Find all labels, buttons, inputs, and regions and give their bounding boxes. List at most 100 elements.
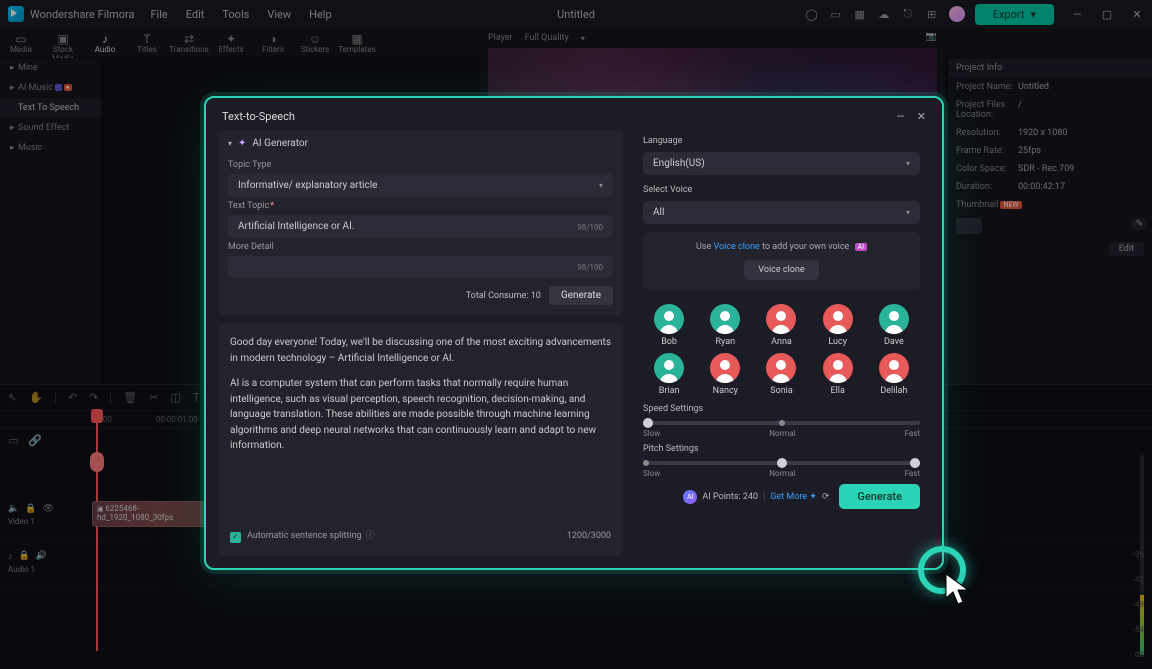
lock-icon[interactable]: 🔒 <box>19 551 30 562</box>
voice-select-value: All <box>653 207 664 218</box>
generated-text-area[interactable]: Good day everyone! Today, we'll be discu… <box>230 335 611 524</box>
sidebar-item-mine[interactable]: ▸Mine <box>0 58 101 78</box>
menu-view[interactable]: View <box>267 8 291 21</box>
visibility-icon[interactable]: 👁 <box>42 504 53 514</box>
voice-avatar-icon <box>654 304 684 334</box>
tab-titles[interactable]: TTitles <box>126 32 168 54</box>
menu-file[interactable]: File <box>150 8 167 21</box>
voice-clone-button[interactable]: Voice clone <box>744 260 818 280</box>
close-button[interactable]: ✕ <box>1130 7 1144 21</box>
more-detail-input[interactable]: 98/100 <box>228 256 613 278</box>
language-value: English(US) <box>653 158 705 169</box>
sparkle-icon: ✦ <box>238 138 246 149</box>
voice-clone-link[interactable]: Voice clone <box>713 242 759 252</box>
playhead-handle[interactable] <box>90 452 104 472</box>
split-icon[interactable]: ✂ <box>149 391 158 404</box>
redo-icon[interactable]: ↷ <box>89 391 98 404</box>
crop-icon[interactable]: ◫ <box>171 391 181 404</box>
auto-split-label: Automatic sentence splitting <box>247 530 362 544</box>
tab-templates[interactable]: ▦Templates <box>336 32 378 54</box>
voice-option-dave[interactable]: Dave <box>868 304 920 347</box>
tab-media[interactable]: ▭Media <box>0 32 42 54</box>
generate-draft-button[interactable]: Generate <box>549 286 613 305</box>
voice-option-bob[interactable]: Bob <box>643 304 695 347</box>
voice-option-sonia[interactable]: Sonia <box>755 353 807 396</box>
minimize-dialog-button[interactable]: — <box>896 110 905 123</box>
voice-option-nancy[interactable]: Nancy <box>699 353 751 396</box>
mute-icon[interactable]: 🔈 <box>8 504 19 514</box>
support-icon[interactable]: ⎋ <box>901 7 915 21</box>
close-dialog-button[interactable]: ✕ <box>917 110 926 123</box>
sidebar-item-text-to-speech[interactable]: Text To Speech <box>0 98 101 118</box>
tab-filters[interactable]: ◑Filters <box>252 32 294 54</box>
maximize-button[interactable]: ▢ <box>1100 7 1114 21</box>
generated-text-panel: Good day everyone! Today, we'll be discu… <box>218 323 623 556</box>
player-quality[interactable]: Full Quality <box>525 33 569 43</box>
tab-transitions[interactable]: ⇄Transitions <box>168 32 210 54</box>
cloud-icon[interactable]: ☁ <box>877 7 891 21</box>
layout-icon[interactable]: ▭ <box>829 7 843 21</box>
topic-type-label: Topic Type <box>218 160 623 170</box>
select-voice-label: Select Voice <box>643 185 920 195</box>
app-name: Wondershare Filmora <box>30 8 134 21</box>
record-icon[interactable]: ◯ <box>805 7 819 21</box>
project-icon[interactable]: ▦ <box>853 7 867 21</box>
edit-button[interactable]: Edit <box>1109 242 1144 256</box>
voice-option-ella[interactable]: Ella <box>812 353 864 396</box>
preview-counter: 1200/3000 <box>567 530 611 544</box>
voice-option-anna[interactable]: Anna <box>755 304 807 347</box>
get-more-link[interactable]: Get More ✦ <box>770 492 817 502</box>
menu-tools[interactable]: Tools <box>222 8 249 21</box>
player-label: Player <box>488 33 513 43</box>
tab-audio[interactable]: ♪Audio <box>84 32 126 54</box>
voice-name-label: Delilah <box>880 386 907 396</box>
add-track-icon[interactable]: ▭ <box>8 434 18 447</box>
undo-icon[interactable]: ↶ <box>68 391 77 404</box>
user-avatar-icon[interactable] <box>949 6 965 22</box>
menu-help[interactable]: Help <box>309 8 332 21</box>
tts-dialog: Text-to-Speech — ✕ ▾ ✦ AI Generator Topi… <box>204 96 944 570</box>
pitch-slider-thumb[interactable] <box>777 458 787 468</box>
apps-icon[interactable]: ⊞ <box>925 7 939 21</box>
topic-type-select[interactable]: Informative/ explanatory article ▾ <box>228 174 613 197</box>
info-icon[interactable]: ⓘ <box>366 530 375 544</box>
project-info-header: Project Info <box>948 58 1152 78</box>
lock-icon[interactable]: 🔒 <box>25 504 36 514</box>
link-icon[interactable]: 🔗 <box>28 434 42 447</box>
sidebar-item-sound-effect[interactable]: ▸Sound Effect <box>0 118 101 138</box>
video-clip[interactable]: ▣ 6225468-hd_1920_1080_30fps <box>92 501 220 527</box>
pitch-slider-right-marker[interactable] <box>910 458 920 468</box>
chevron-down-icon[interactable]: ▾ <box>581 34 585 43</box>
speed-slider-thumb[interactable] <box>643 418 653 428</box>
thumbnail-preview[interactable] <box>956 218 982 234</box>
snapshot-icon[interactable]: 📷 <box>926 32 937 42</box>
text-icon[interactable]: T <box>193 391 200 404</box>
volume-icon[interactable]: 🔊 <box>36 551 47 562</box>
menu-edit[interactable]: Edit <box>186 8 205 21</box>
voice-option-ryan[interactable]: Ryan <box>699 304 751 347</box>
collapse-icon[interactable]: ▾ <box>228 139 232 148</box>
tab-stickers[interactable]: ☺Stickers <box>294 32 336 54</box>
generate-button[interactable]: Generate <box>839 484 920 509</box>
tab-effects[interactable]: ✦Effects <box>210 32 252 54</box>
minimize-button[interactable]: — <box>1070 7 1084 21</box>
voice-select[interactable]: All ▾ <box>643 201 920 224</box>
pointer-tool-icon[interactable]: ↖ <box>8 391 17 404</box>
sidebar-item-ai-music[interactable]: ▸AI Music● <box>0 78 101 98</box>
language-select[interactable]: English(US) ▾ <box>643 152 920 175</box>
ai-points-info: AI AI Points: 240 | Get More ✦ ⟳ <box>683 490 829 504</box>
hand-tool-icon[interactable]: ✋ <box>29 391 43 404</box>
pitch-slider[interactable] <box>643 461 920 465</box>
voice-option-delilah[interactable]: Delilah <box>868 353 920 396</box>
auto-split-checkbox[interactable]: ✓ <box>230 532 241 543</box>
speed-slider[interactable] <box>643 421 920 425</box>
sidebar-item-music[interactable]: ▸Music <box>0 138 101 158</box>
mute-icon[interactable]: ♪ <box>8 551 13 562</box>
export-button[interactable]: Export ▾ <box>975 4 1054 25</box>
text-topic-input[interactable]: Artificial Intelligence or AI. 98/100 <box>228 215 613 238</box>
refresh-icon[interactable]: ⟳ <box>822 492 830 502</box>
voice-option-brian[interactable]: Brian <box>643 353 695 396</box>
voice-option-lucy[interactable]: Lucy <box>812 304 864 347</box>
delete-icon[interactable]: 🗑 <box>123 391 137 404</box>
more-detail-counter: 98/100 <box>577 263 603 272</box>
